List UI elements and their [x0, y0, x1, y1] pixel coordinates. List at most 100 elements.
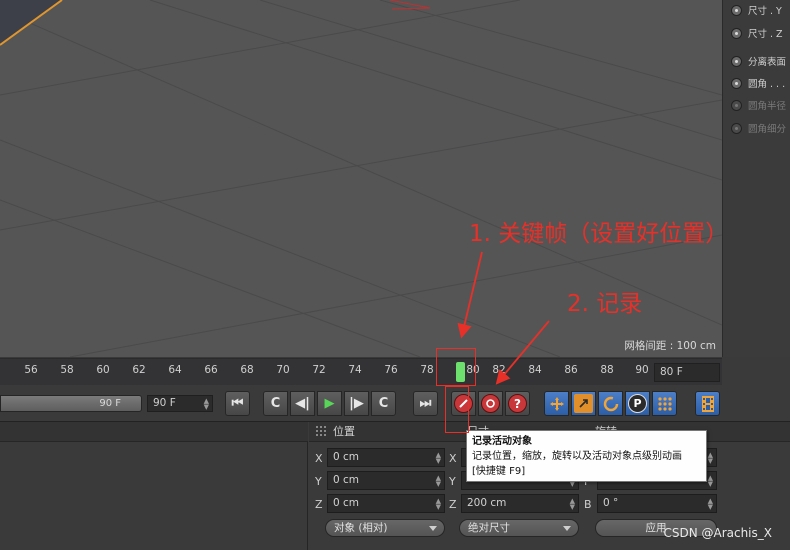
tick-label: 70 [276, 364, 290, 376]
pos-z-label: Z [315, 498, 323, 511]
size-z-value: 200 cm [467, 497, 507, 509]
spinner-icon[interactable]: ▲▼ [436, 452, 441, 465]
attr-row-size-z[interactable]: 尺寸 . Z [731, 26, 783, 40]
attr-label: 分离表面 [748, 57, 787, 68]
tick-label: 82 [492, 364, 506, 376]
attr-label: 尺寸 . Z [748, 29, 783, 40]
tooltip-title: 记录活动对象 [472, 436, 532, 447]
chevron-down-icon [429, 526, 437, 531]
coordinate-mode-value: 对象 (相对) [334, 522, 388, 534]
size-mode-value: 绝对尺寸 [468, 522, 510, 534]
annotation-step2: 2. 记录 [567, 291, 643, 317]
pos-z-value: 0 cm [333, 497, 360, 509]
pos-x-field[interactable]: 0 cm ▲ ▼ [327, 448, 445, 467]
end-frame-field[interactable]: 90 F ▲ ▼ [147, 395, 213, 412]
spinner-icon[interactable]: ▲▼ [708, 475, 713, 488]
tooltip: 记录活动对象 记录位置，缩放，旋转以及活动对象点级别动画 [快捷键 F9] [466, 430, 707, 482]
end-frame-value: 90 F [153, 397, 176, 409]
annotation-box-keyframe [436, 348, 476, 386]
current-frame-field[interactable]: 80 F [654, 363, 720, 382]
tick-label: 60 [96, 364, 110, 376]
coordinate-mode-dropdown[interactable]: 对象 (相对) [325, 519, 445, 537]
scale-icon [574, 394, 593, 413]
tick-label: 76 [384, 364, 398, 376]
step-back-button[interactable]: ◀| [290, 391, 315, 416]
attr-label: 尺寸 . Y [748, 6, 782, 17]
attr-row-fillet-radius: 圆角半径 [731, 98, 786, 112]
attr-label: 圆角半径 [748, 101, 787, 112]
tick-label: 58 [60, 364, 74, 376]
pos-x-label: X [315, 452, 323, 465]
step-back-icon: ◀| [295, 396, 310, 411]
annotation-box-record [445, 386, 469, 433]
tick-label: 84 [528, 364, 542, 376]
spinner-icon[interactable]: ▲▼ [708, 452, 713, 465]
key-point-level-button[interactable] [652, 391, 677, 416]
autokey-icon [481, 394, 500, 413]
size-z-field[interactable]: 200 cm ▲ ▼ [461, 494, 579, 513]
position-header: 位置 [309, 422, 459, 442]
range-slider[interactable]: 90 F [0, 395, 142, 412]
tick-label: 62 [132, 364, 146, 376]
size-mode-dropdown[interactable]: 绝对尺寸 [459, 519, 579, 537]
spinner-icon[interactable]: ▲▼ [436, 498, 441, 511]
pos-z-field[interactable]: 0 cm ▲ ▼ [327, 494, 445, 513]
rot-b-field[interactable]: 0 ° ▲ ▼ [597, 494, 717, 513]
radio-icon[interactable] [731, 27, 742, 39]
move-icon [549, 396, 564, 411]
go-to-start-button[interactable]: ⏮ [225, 391, 250, 416]
key-scale-button[interactable] [571, 391, 596, 416]
tick-label: 72 [312, 364, 326, 376]
attr-label: 圆角 . . . [748, 79, 786, 90]
spinner-icon[interactable]: ▲▼ [436, 475, 441, 488]
tooltip-description: 记录位置，缩放，旋转以及活动对象点级别动画 [472, 451, 682, 462]
tick-label: 66 [204, 364, 218, 376]
rotate-icon [603, 396, 618, 411]
point-level-icon [657, 396, 672, 411]
attr-label: 圆角细分 [748, 124, 787, 135]
grid-spacing-label: 网格间距 : 100 cm [624, 340, 716, 352]
size-y-label: Y [449, 475, 456, 488]
tick-label: 78 [420, 364, 434, 376]
next-keyframe-button[interactable]: C [371, 391, 396, 416]
tick-label: 90 [635, 364, 649, 376]
attr-row-separate-surfaces[interactable]: 分离表面 [731, 54, 786, 68]
position-header-label: 位置 [333, 425, 355, 438]
scheme-settings-button[interactable] [695, 391, 720, 416]
prev-keyframe-button[interactable]: C [263, 391, 288, 416]
tick-label: 86 [564, 364, 578, 376]
key-position-button[interactable] [544, 391, 569, 416]
keyframe-selection-button[interactable]: ? [505, 391, 530, 416]
spinner-icon[interactable]: ▲▼ [708, 498, 713, 511]
c4d-window: 网格间距 : 100 cm 尺寸 . Y 尺寸 . Z 分离表面 圆角 . . … [0, 0, 790, 550]
pos-y-field[interactable]: 0 cm ▲ ▼ [327, 471, 445, 490]
key-rotation-button[interactable] [598, 391, 623, 416]
attr-row-fillet[interactable]: 圆角 . . . [731, 76, 785, 90]
tick-label: 68 [240, 364, 254, 376]
radio-icon [731, 99, 742, 111]
timeline-ruler[interactable]: 56 58 60 62 64 66 68 70 72 74 76 78 80 8… [0, 358, 722, 385]
radio-icon[interactable] [731, 4, 742, 16]
radio-icon[interactable] [731, 55, 742, 67]
radio-icon[interactable] [731, 77, 742, 89]
spinner-icon[interactable]: ▲▼ [204, 398, 209, 411]
chevron-down-icon [563, 526, 571, 531]
go-to-end-button[interactable]: ⏭ [413, 391, 438, 416]
spinner-icon[interactable]: ▲▼ [570, 498, 575, 511]
key-parameter-button[interactable]: P [625, 391, 650, 416]
help-icon: ? [508, 394, 527, 413]
attribute-panel: 尺寸 . Y 尺寸 . Z 分离表面 圆角 . . . 圆角半径 圆角细分 [722, 0, 790, 357]
step-forward-button[interactable]: |▶ [344, 391, 369, 416]
film-icon [701, 395, 714, 412]
lower-left-header [0, 422, 308, 442]
watermark: CSDN @Arachis_X [663, 526, 772, 540]
play-button[interactable]: ▶ [317, 391, 342, 416]
annotation-step1: 1. 关键帧（设置好位置） [469, 221, 729, 247]
parameter-icon: P [628, 394, 647, 413]
autokey-button[interactable] [478, 391, 503, 416]
play-icon: ▶ [324, 396, 335, 411]
attr-row-size-y[interactable]: 尺寸 . Y [731, 3, 782, 17]
lower-left-panel [0, 422, 308, 550]
radio-icon [731, 122, 742, 134]
pos-y-label: Y [315, 475, 322, 488]
